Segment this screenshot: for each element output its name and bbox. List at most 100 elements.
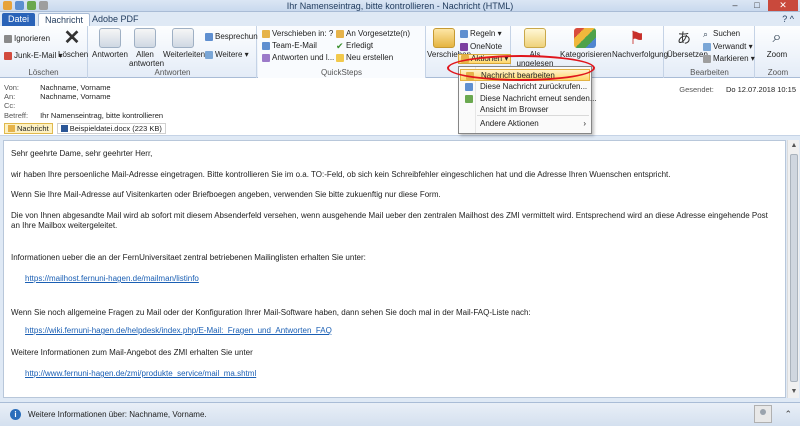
checkmark-icon: ✔ bbox=[336, 41, 344, 51]
cc-label: Cc: bbox=[4, 101, 16, 110]
group-label-loeschen: Löschen bbox=[28, 68, 59, 77]
reply-icon bbox=[99, 28, 121, 48]
menu-item-ansicht-browser[interactable]: Ansicht im Browser bbox=[460, 105, 590, 114]
scroll-thumb[interactable] bbox=[790, 154, 798, 382]
sent-datetime: Do 12.07.2018 10:15 bbox=[725, 85, 796, 94]
title-bar: Ihr Namenseintrag, bitte kontrollieren -… bbox=[0, 0, 800, 12]
body-greeting: Sehr geehrte Dame, sehr geehrter Herr, bbox=[11, 149, 153, 158]
uebersetzen-button[interactable]: あ Übersetzen bbox=[667, 28, 708, 59]
link-mailinglisten[interactable]: https://mailhost.fernuni-hagen.de/mailma… bbox=[25, 274, 199, 283]
tab-datei[interactable]: Datei bbox=[2, 13, 35, 26]
maximize-button[interactable]: □ bbox=[746, 0, 768, 11]
an-row: An: Nachname, Vorname bbox=[4, 92, 111, 101]
aktionen-button[interactable]: Aktionen ▾ bbox=[458, 54, 512, 64]
besprechung-button[interactable]: Besprechung bbox=[205, 32, 262, 42]
an-label: An: bbox=[4, 92, 16, 101]
tab-nachricht[interactable]: Nachricht bbox=[38, 13, 91, 26]
chevron-up-icon[interactable]: ⌃ bbox=[784, 409, 792, 420]
resend-icon bbox=[465, 95, 473, 103]
window-title: Ihr Namenseintrag, bitte kontrollieren -… bbox=[286, 1, 514, 11]
junk-email-button[interactable]: Junk-E-Mail ▾ bbox=[4, 51, 62, 61]
menu-separator bbox=[477, 115, 589, 116]
word-doc-icon bbox=[60, 125, 68, 132]
loeschen-button[interactable]: ✕ Löschen bbox=[58, 27, 88, 59]
avatar[interactable] bbox=[754, 405, 772, 423]
suchen-button[interactable]: ⌕ Suchen bbox=[703, 29, 740, 39]
rules-icon bbox=[460, 30, 468, 38]
onenote-button[interactable]: OneNote bbox=[460, 42, 502, 52]
cc-row: Cc: bbox=[4, 101, 38, 110]
attachment-nachricht[interactable]: Nachricht bbox=[4, 123, 53, 134]
vertical-scrollbar[interactable]: ▲ ▼ bbox=[787, 140, 799, 398]
close-button[interactable]: ✕ bbox=[768, 0, 798, 11]
junk-icon bbox=[4, 52, 12, 60]
ignorieren-button[interactable]: Ignorieren bbox=[4, 34, 50, 44]
onenote-icon bbox=[460, 43, 468, 51]
forward-icon bbox=[172, 28, 194, 48]
verschieben-button[interactable]: Verschieben bbox=[427, 28, 471, 59]
regeln-button[interactable]: Regeln ▾ bbox=[460, 29, 502, 39]
scroll-down-icon[interactable]: ▼ bbox=[788, 386, 800, 398]
meeting-icon bbox=[205, 33, 213, 41]
group-label-antworten: Antworten bbox=[154, 68, 191, 77]
message-header: Von: Nachname, Vorname An: Nachname, Vor… bbox=[0, 78, 800, 136]
quickstep-verschieben[interactable]: Verschieben in: ? bbox=[262, 29, 333, 39]
body-paragraph: Wenn Sie Ihre Mail-Adresse auf Visitenka… bbox=[11, 190, 441, 199]
info-icon: i bbox=[10, 409, 21, 420]
quickstep-neu-erstellen[interactable]: Neu erstellen bbox=[336, 53, 393, 63]
body-paragraph: Informationen ueber die an der FernUnive… bbox=[11, 253, 366, 262]
group-zoom: ⌕ Zoom Zoom bbox=[756, 26, 800, 78]
quickstep-antworten-loeschen[interactable]: Antworten und l... bbox=[262, 53, 334, 63]
link-mail-angebot[interactable]: http://www.fernuni-hagen.de/zmi/produkte… bbox=[25, 369, 256, 378]
search-icon: ⌕ bbox=[703, 29, 709, 39]
nachverfolgung-button[interactable]: ⚑ Nachverfolgung bbox=[612, 28, 668, 59]
minimize-button[interactable]: – bbox=[724, 0, 746, 11]
help-button[interactable]: ? ^ bbox=[782, 14, 794, 24]
von-label: Von: bbox=[4, 83, 20, 92]
link-mail-faq[interactable]: https://wiki.fernuni-hagen.de/helpdesk/i… bbox=[25, 326, 332, 335]
group-label-bearbeiten: Bearbeiten bbox=[690, 68, 729, 77]
group-quicksteps: Verschieben in: ? Team-E-Mail Antworten … bbox=[258, 26, 426, 78]
quickstep-team-email[interactable]: Team-E-Mail bbox=[262, 41, 317, 51]
attachment-beispieldatei[interactable]: Beispieldatei.docx (223 KB) bbox=[56, 123, 166, 134]
body-paragraph: Weitere Informationen zum Mail-Angebot d… bbox=[11, 348, 253, 357]
allen-antworten-button[interactable]: Allen antworten bbox=[129, 28, 164, 68]
menu-item-nachricht-bearbeiten[interactable]: Nachricht bearbeiten bbox=[460, 69, 590, 81]
ribbon-tabs: Datei Nachricht Adobe PDF ? ^ bbox=[0, 12, 800, 26]
aktionen-menu: Nachricht bearbeiten Diese Nachricht zur… bbox=[458, 66, 597, 134]
kategorisieren-button[interactable]: Kategorisieren bbox=[560, 28, 612, 59]
body-paragraph: an Ihre Mailbox weitergeleitet. bbox=[11, 221, 118, 230]
markieren-button[interactable]: Markieren ▾ bbox=[703, 54, 755, 64]
zoom-button[interactable]: ⌕ Zoom bbox=[760, 28, 794, 59]
weitere-button[interactable]: Weitere ▾ bbox=[205, 50, 249, 60]
envelope-icon bbox=[8, 125, 15, 132]
group-antworten: Antworten Allen antworten Weiterleiten B… bbox=[89, 26, 262, 78]
people-info-text: Weitere Informationen über: Nachname, Vo… bbox=[28, 410, 207, 419]
sender-name[interactable]: Nachname, Vorname bbox=[40, 83, 110, 92]
gesendet-label: Gesendet: bbox=[679, 85, 714, 94]
body-paragraph: Wenn Sie noch allgemeine Fragen zu Mail … bbox=[11, 308, 531, 317]
verwandt-button[interactable]: Verwandt ▾ bbox=[703, 42, 753, 52]
attachment-bar: Nachricht Beispieldatei.docx (223 KB) bbox=[4, 123, 166, 135]
ignore-icon bbox=[4, 35, 12, 43]
related-icon bbox=[703, 43, 711, 51]
scroll-up-icon[interactable]: ▲ bbox=[788, 140, 800, 152]
people-pane-bar: i Weitere Informationen über: Nachname, … bbox=[0, 402, 800, 426]
group-loeschen: Ignorieren Junk-E-Mail ▾ ✕ Löschen Lösch… bbox=[0, 26, 88, 78]
delete-x-icon: ✕ bbox=[63, 27, 81, 49]
menu-item-erneut-senden[interactable]: Diese Nachricht erneut senden... bbox=[460, 93, 597, 105]
quickstep-an-vorgesetzte[interactable]: An Vorgesetzte(n) bbox=[336, 29, 410, 39]
actions-icon bbox=[461, 55, 469, 63]
quickstep-erledigt[interactable]: ✔ Erledigt bbox=[336, 41, 373, 51]
weiterleiten-button[interactable]: Weiterleiten bbox=[163, 28, 205, 59]
tab-adobe-pdf[interactable]: Adobe PDF bbox=[86, 13, 145, 26]
move-icon bbox=[433, 28, 455, 48]
recipient-name[interactable]: Nachname, Vorname bbox=[40, 92, 110, 101]
translate-icon: あ bbox=[677, 30, 691, 46]
antworten-button[interactable]: Antworten bbox=[91, 28, 129, 59]
menu-item-zurueckrufen[interactable]: Diese Nachricht zurückrufen... bbox=[460, 81, 590, 93]
forward-manager-icon bbox=[336, 30, 344, 38]
select-icon bbox=[703, 55, 711, 63]
menu-item-andere-aktionen[interactable]: Andere Aktionen › bbox=[460, 118, 590, 130]
submenu-arrow-icon: › bbox=[583, 119, 586, 128]
